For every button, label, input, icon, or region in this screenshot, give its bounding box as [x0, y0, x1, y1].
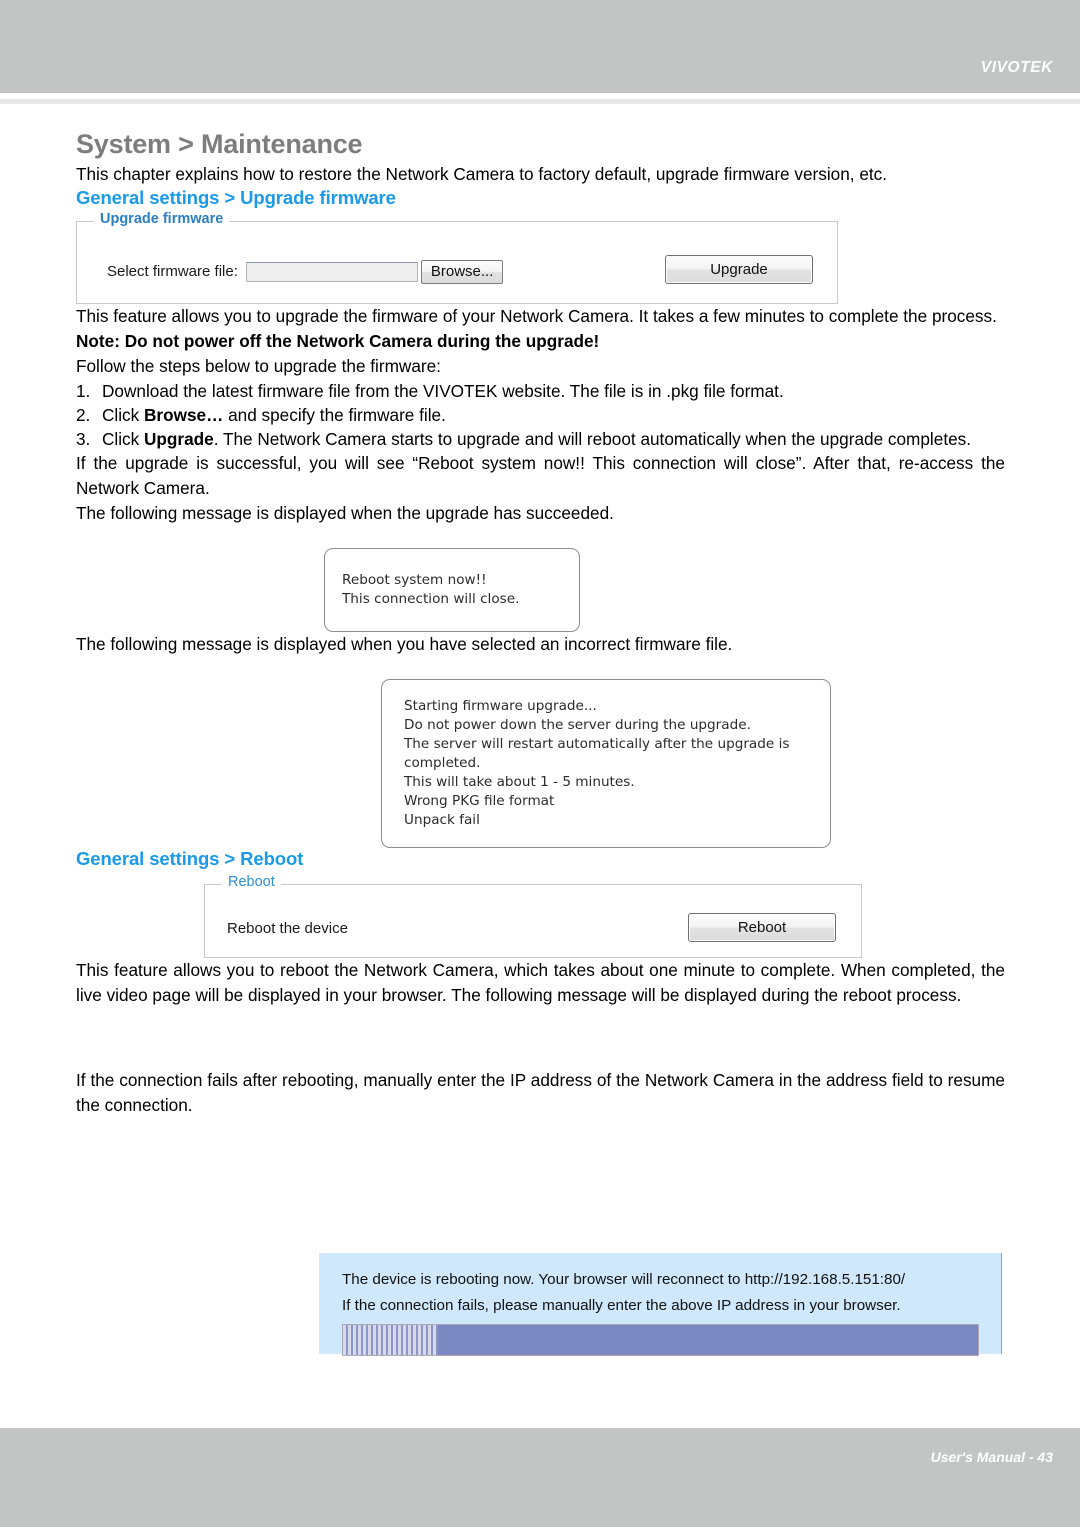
dialog-line: The server will restart automatically af… [404, 735, 790, 752]
upgrade-note: Note: Do not power off the Network Camer… [76, 330, 600, 351]
list-item: 3. Click Upgrade. The Network Camera star… [76, 427, 1005, 451]
step-bold-term: Upgrade [144, 428, 214, 449]
page-content: System > Maintenance This chapter explai… [76, 128, 1005, 1118]
dialog-line: Reboot system now!! [342, 571, 487, 588]
list-item: 1. Download the latest firmware file from… [76, 379, 1005, 403]
step-text: Download the latest firmware file from t… [102, 380, 784, 401]
page-header-band: VIVOTEK [0, 0, 1080, 93]
reboot-dialog-line-2: If the connection fails, please manually… [342, 1297, 901, 1314]
reboot-success-dialog: Reboot system now!! This connection will… [324, 547, 580, 632]
step-number: 3. [76, 428, 91, 449]
page-footer-band: User's Manual - 43 [0, 1428, 1080, 1527]
reboot-the-device-label: Reboot the device [227, 919, 348, 937]
intro-paragraph: This chapter explains how to restore the… [76, 163, 888, 184]
browse-button[interactable]: Browse... [420, 259, 504, 284]
upgrade-firmware-panel: Upgrade firmware Select firmware file: B… [76, 212, 838, 304]
firmware-error-dialog: Starting firmware upgrade... Do not powe… [381, 678, 831, 848]
dialog-line: Wrong PKG file format [404, 792, 555, 809]
success-message-caption: The following message is displayed when … [76, 502, 614, 523]
dialog-line: Unpack fail [404, 811, 480, 828]
section-heading-upgrade-firmware: General settings > Upgrade firmware [76, 186, 396, 208]
reboot-progress-dialog: The device is rebooting now. Your browse… [319, 1253, 1002, 1356]
upgrade-success-paragraph: If the upgrade is successful, you will s… [76, 452, 1005, 498]
upgrade-firmware-legend: Upgrade firmware [94, 212, 230, 227]
upgrade-description-paragraph: This feature allows you to upgrade the f… [76, 305, 997, 326]
dialog-line: This will take about 1 - 5 minutes. [404, 773, 635, 790]
reboot-description-paragraph: This feature allows you to reboot the Ne… [76, 959, 1005, 1005]
step-number: 2. [76, 404, 91, 425]
upgrade-button[interactable]: Upgrade [665, 254, 813, 284]
step-number: 1. [76, 380, 91, 401]
reboot-progress-fill [343, 1325, 439, 1355]
step-text-tail: and specify the firmware file. [223, 404, 446, 425]
reboot-button[interactable]: Reboot [688, 912, 836, 942]
reboot-dialog-line-1: The device is rebooting now. Your browse… [342, 1271, 906, 1288]
step-text-tail: . The Network Camera starts to upgrade a… [213, 428, 972, 449]
reboot-panel: Reboot Reboot the device Reboot [204, 875, 862, 958]
select-firmware-file-label: Select firmware file: [107, 263, 238, 281]
upgrade-steps-list: 1. Download the latest firmware file from… [76, 379, 1005, 451]
dialog-line: This connection will close. [342, 590, 520, 607]
list-item: 2. Click Browse… and specify the firmware… [76, 403, 1005, 427]
reboot-progress-bar [342, 1324, 979, 1356]
dialog-line: Do not power down the server during the … [404, 716, 751, 733]
page-title: System > Maintenance [76, 129, 363, 159]
error-message-caption: The following message is displayed when … [76, 633, 733, 654]
steps-intro: Follow the steps below to upgrade the fi… [76, 355, 441, 376]
step-text: Click [102, 404, 145, 425]
step-text: Click [102, 428, 145, 449]
reboot-legend: Reboot [222, 875, 281, 890]
dialog-line: Starting firmware upgrade... [404, 697, 597, 714]
section-heading-reboot: General settings > Reboot [76, 847, 304, 869]
header-divider [0, 99, 1080, 104]
vivotek-logo: VIVOTEK [980, 59, 1053, 76]
reboot-button-wrap: Reboot [688, 912, 836, 942]
reboot-closing-paragraph: If the connection fails after rebooting,… [76, 1069, 1005, 1115]
firmware-file-input[interactable] [245, 261, 418, 282]
dialog-line: completed. [404, 754, 481, 771]
step-bold-term: Browse… [144, 404, 224, 425]
upgrade-button-wrap: Upgrade [665, 254, 813, 284]
footer-page-label: User's Manual - 43 [930, 1449, 1053, 1465]
